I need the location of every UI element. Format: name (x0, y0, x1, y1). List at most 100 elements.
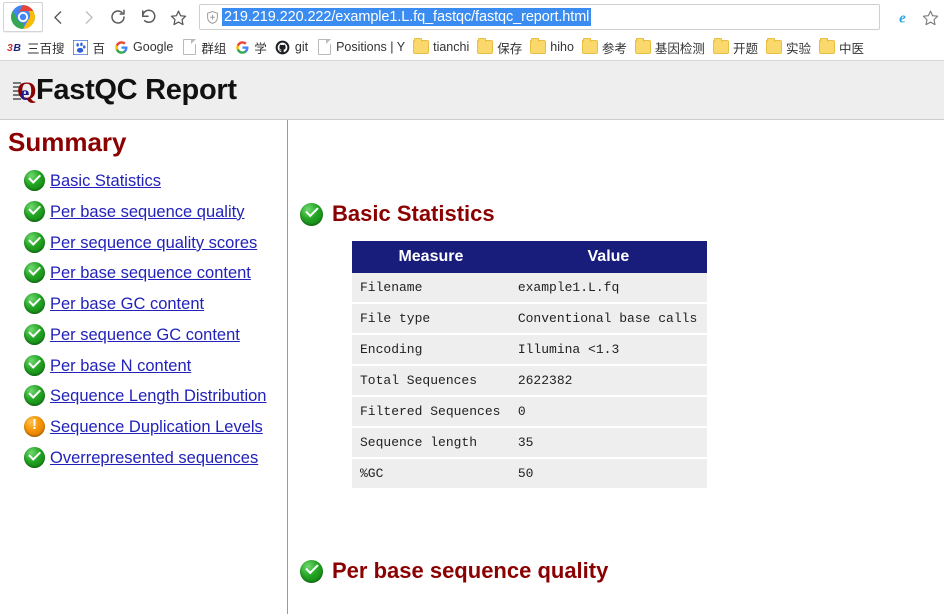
svg-text:e: e (20, 81, 29, 105)
bookmark-sanbaisou[interactable]: 3 B 三百搜 (4, 36, 70, 58)
sidebar-item-sequence-duplication-levels[interactable]: Sequence Duplication Levels (24, 415, 287, 439)
report-sidebar: Summary Basic Statistics Per base sequen… (0, 101, 288, 614)
bookmark-label: Google (133, 40, 174, 54)
sidebar-item-per-sequence-quality-scores[interactable]: Per sequence quality scores (24, 231, 287, 255)
browser-chrome: 219.219.220.222/example1.L.fq_fastqc/fas… (0, 0, 944, 61)
column-header-value: Value (509, 241, 707, 273)
sidebar-item-per-base-sequence-quality[interactable]: Per base sequence quality (24, 200, 287, 224)
bookmark-folder-cankao[interactable]: 参考 (579, 36, 632, 58)
bookmark-folder-kaiti[interactable]: 开题 (710, 36, 763, 58)
shield-plus-icon[interactable] (202, 7, 222, 27)
forward-arrow-icon (85, 10, 93, 24)
folder-icon (530, 38, 547, 55)
table-row: Sequence length 35 (352, 427, 707, 459)
summary-heading: Summary (8, 127, 127, 157)
ie-browser-button[interactable]: e (888, 2, 916, 32)
bookmark-star-button[interactable] (163, 2, 193, 32)
bookmarks-bar: 3 B 三百搜 百 Google 群组 学 git Positions | Y … (0, 34, 944, 61)
bookmark-folder-baocun[interactable]: 保存 (474, 36, 527, 58)
github-icon (275, 39, 291, 55)
bookmark-label: tianchi (433, 40, 470, 54)
bookmark-folder-shiyan[interactable]: 实验 (763, 36, 816, 58)
fastqc-logo-glyph: Q e (13, 78, 36, 105)
folder-icon (413, 38, 430, 55)
paw-icon (73, 39, 89, 55)
favorites-star-button[interactable] (916, 2, 944, 32)
folder-icon (634, 38, 651, 55)
cell-value: 0 (509, 396, 707, 428)
back-button[interactable] (43, 2, 73, 32)
sidebar-item-overrepresented-sequences[interactable]: Overrepresented sequences (24, 446, 287, 470)
sidebar-item-label[interactable]: Per base sequence quality (50, 203, 244, 221)
sidebar-item-per-base-n-content[interactable]: Per base N content (24, 354, 287, 378)
bookmark-label: git (294, 40, 309, 54)
bookmark-qunzu[interactable]: 群组 (178, 36, 231, 58)
bookmark-folder-jiyinjiance[interactable]: 基因检测 (632, 36, 710, 58)
sidebar-item-basic-statistics[interactable]: Basic Statistics (24, 170, 287, 193)
bookmark-positions-y[interactable]: Positions | Y (313, 36, 410, 58)
sidebar-item-label[interactable]: Per sequence quality scores (50, 234, 257, 252)
star-icon (170, 9, 186, 25)
sidebar-item-per-sequence-gc-content[interactable]: Per sequence GC content (24, 323, 287, 347)
browser-tab[interactable] (3, 2, 43, 32)
module-title-basic-statistics: Basic Statistics (300, 201, 944, 227)
cell-measure: File type (352, 303, 510, 335)
bookmark-label: 百 (92, 41, 106, 56)
forward-button[interactable] (73, 2, 103, 32)
cell-value: Conventional base calls (509, 303, 707, 335)
cell-value: 50 (509, 458, 707, 490)
folder-icon (765, 38, 782, 55)
sidebar-item-label[interactable]: Per sequence GC content (50, 326, 240, 344)
reload-button[interactable] (103, 2, 133, 32)
bookmark-folder-zhongyi[interactable]: 中医 (816, 36, 869, 58)
sidebar-item-label[interactable]: Basic Statistics (50, 172, 161, 190)
google-g-icon (234, 39, 250, 55)
table-row: Filtered Sequences 0 (352, 396, 707, 428)
module-title-text: Per base sequence quality (332, 558, 609, 583)
status-pass-icon (24, 385, 45, 407)
status-pass-icon (24, 323, 45, 345)
google-logo-icon (236, 40, 249, 54)
folder-icon (818, 38, 835, 55)
status-pass-icon (24, 170, 45, 191)
sidebar-item-label[interactable]: Per base sequence content (50, 264, 251, 282)
bookmark-google[interactable]: Google (110, 36, 178, 58)
back-arrow-icon (53, 10, 61, 24)
sidebar-item-label[interactable]: Overrepresented sequences (50, 449, 258, 467)
status-pass-icon (300, 559, 323, 583)
folder-icon (712, 38, 729, 55)
sidebar-item-label[interactable]: Per base GC content (50, 295, 204, 313)
cell-measure: Filename (352, 273, 510, 304)
history-back-button[interactable] (133, 2, 163, 32)
url-text[interactable]: 219.219.220.222/example1.L.fq_fastqc/fas… (222, 8, 592, 26)
sidebar-item-sequence-length-distribution[interactable]: Sequence Length Distribution (24, 385, 287, 408)
sidebar-item-per-base-sequence-content[interactable]: Per base sequence content (24, 262, 287, 285)
cell-measure: Filtered Sequences (352, 396, 510, 428)
address-bar[interactable]: 219.219.220.222/example1.L.fq_fastqc/fas… (199, 4, 880, 30)
bookmark-label: 学 (254, 41, 267, 56)
bookmark-label: 三百搜 (27, 41, 65, 56)
bookmark-baidu[interactable]: 百 (70, 36, 111, 58)
status-pass-icon (24, 231, 45, 253)
sidebar-item-per-base-gc-content[interactable]: Per base GC content (24, 293, 287, 316)
status-pass-icon (24, 200, 45, 222)
bookmark-xue[interactable]: 学 (231, 36, 272, 58)
sidebar-item-label[interactable]: Sequence Duplication Levels (50, 418, 263, 436)
cell-measure: Total Sequences (352, 365, 510, 397)
cell-measure: Encoding (352, 334, 510, 366)
table-header-row: Measure Value (352, 241, 707, 273)
module-title-text: Basic Statistics (332, 201, 495, 226)
page-icon (181, 39, 197, 55)
table-row: %GC 50 (352, 458, 707, 490)
page-icon (316, 39, 332, 55)
google-g-icon (113, 39, 129, 55)
sidebar-item-label[interactable]: Per base N content (50, 357, 191, 375)
baidu-paw-icon (73, 39, 89, 55)
table-row: File type Conventional base calls (352, 303, 707, 335)
cell-measure: Sequence length (352, 427, 510, 459)
sidebar-item-label[interactable]: Sequence Length Distribution (50, 387, 266, 405)
undo-arrow-icon (142, 9, 156, 23)
bookmark-git[interactable]: git (272, 36, 313, 58)
bookmark-folder-tianchi[interactable]: tianchi (410, 36, 474, 58)
bookmark-folder-hiho[interactable]: hiho (527, 36, 579, 58)
